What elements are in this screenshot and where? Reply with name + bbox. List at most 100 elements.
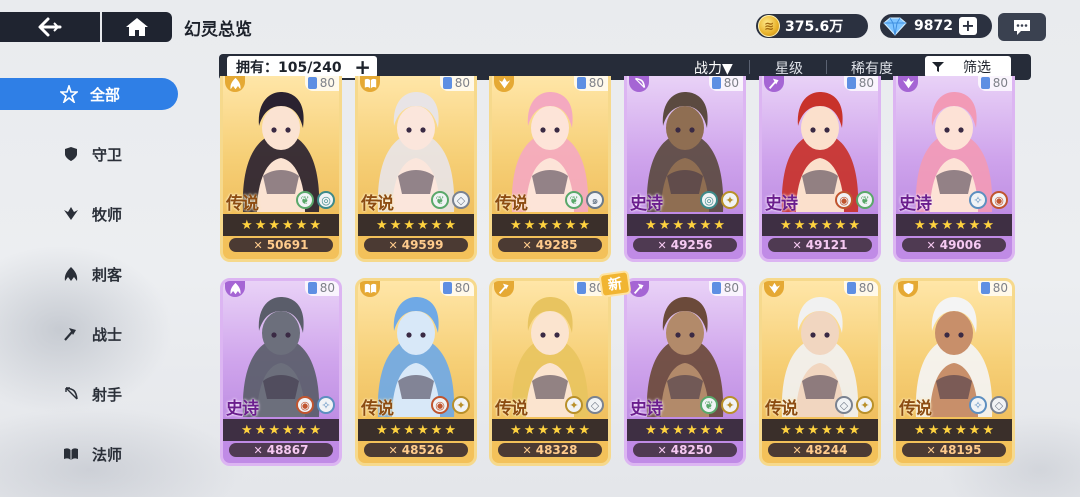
power-value: ✕ 49285 (498, 238, 602, 252)
power-number: 49285 (535, 238, 578, 252)
star-icon: ★ (282, 422, 294, 438)
chat-button[interactable] (998, 13, 1046, 41)
hero-card[interactable]: 80 传说 ❦ ◎ ★ ★ ★ ★ ★ ★ ✕ 50691 (220, 76, 342, 262)
element-icons: ◉ ✧ (293, 396, 335, 414)
leaf-element-icon: ❦ (700, 396, 718, 414)
power-value: ✕ 48195 (902, 443, 1006, 457)
hero-card[interactable]: 80 传说 ✧ ◇ ★ ★ ★ ★ ★ ★ ✕ 48195 (893, 278, 1015, 466)
void-element-icon: ◇ (586, 396, 604, 414)
star-icon: ★ (955, 217, 967, 233)
hero-card[interactable]: 80 传说 ❦ ◇ ★ ★ ★ ★ ★ ★ ✕ 49599 (355, 76, 477, 262)
star-icon: ★ (927, 422, 940, 438)
leaf-element-icon: ❦ (856, 191, 874, 209)
hero-card[interactable]: 80 传说 ◉ ✦ ★ ★ ★ ★ ★ ★ ✕ 48526 (355, 278, 477, 466)
hero-card[interactable]: 80 传说 ✦ ◇ ★ ★ ★ ★ ★ ★ ✕ 48328 (489, 278, 611, 466)
filter-button[interactable]: 筛选 (925, 56, 1011, 78)
power-number: 50691 (266, 238, 309, 252)
power-value: ✕ 48244 (768, 443, 872, 457)
owned-count[interactable]: 拥有：105/240 + (227, 56, 377, 78)
star-icon: ★ (376, 422, 388, 438)
crossed-swords-icon: ✕ (522, 238, 532, 252)
add-gems-button[interactable]: + (958, 17, 977, 35)
gold-counter[interactable]: ≋ 375.6万 (756, 14, 868, 38)
level-tag: 80 (708, 281, 743, 296)
level-icon (846, 281, 856, 294)
wing-element-icon: ✦ (856, 396, 874, 414)
power-value: ✕ 48526 (364, 443, 468, 457)
sidebar-item-mage[interactable]: 法师 (0, 438, 178, 470)
hero-card[interactable]: 80 史诗 ◉ ❦ ★ ★ ★ ★ ★ ★ ✕ 49121 (759, 76, 881, 262)
sidebar-item-all[interactable]: 全部 (0, 78, 178, 110)
rarity-label: 史诗 (630, 399, 663, 419)
star-icon: ★ (982, 422, 994, 438)
top-nav (0, 12, 172, 42)
star-icon: ★ (834, 217, 847, 233)
level-icon (307, 76, 317, 89)
element-icons: ❦ ◎ (293, 191, 335, 209)
star-icon: ★ (848, 217, 860, 233)
sidebar-item-priest[interactable]: 牧师 (0, 198, 178, 230)
sidebar-item-archer[interactable]: 射手 (0, 378, 178, 410)
hero-card[interactable]: 80 史诗 ❦ ✦ ★ ★ ★ ★ ★ ★ ✕ 48250 (624, 278, 746, 466)
level-tag: 80 (843, 281, 878, 296)
power-value: ✕ 48867 (229, 443, 333, 457)
void-element-icon: ◇ (835, 396, 853, 414)
gold-amount: 375.6万 (785, 19, 844, 35)
hero-card[interactable]: 80 传说 ◇ ✦ ★ ★ ★ ★ ★ ★ ✕ 48244 (759, 278, 881, 466)
level-value: 80 (454, 76, 470, 90)
star-rating: ★ ★ ★ ★ ★ ★ (223, 419, 339, 441)
star-icon: ★ (417, 422, 429, 438)
star-rating: ★ ★ ★ ★ ★ ★ (223, 214, 339, 236)
sidebar-item-assassin[interactable]: 刺客 (0, 258, 178, 290)
star-rating: ★ ★ ★ ★ ★ ★ (762, 419, 878, 441)
star-icon: ★ (376, 217, 388, 233)
star-rating: ★ ★ ★ ★ ★ ★ (358, 214, 474, 236)
back-button[interactable] (0, 12, 100, 42)
hero-card[interactable]: 80 传说 ❦ ๑ ★ ★ ★ ★ ★ ★ ✕ 49285 (489, 76, 611, 262)
crossed-swords-icon: ✕ (792, 443, 802, 457)
hero-card[interactable]: 80 史诗 ✧ ◉ ★ ★ ★ ★ ★ ★ ✕ 49006 (893, 76, 1015, 262)
star-icon: ★ (254, 217, 267, 233)
sidebar-item-warrior[interactable]: 战士 (0, 318, 178, 350)
star-icon: ★ (927, 217, 940, 233)
star-icon: ★ (403, 422, 415, 438)
home-button[interactable] (100, 12, 172, 42)
fire-element-icon: ◉ (296, 396, 314, 414)
star-icon: ★ (578, 217, 590, 233)
level-value: 80 (992, 76, 1008, 90)
star-rating: ★ ★ ★ ★ ★ ★ (492, 419, 608, 441)
bow-icon (62, 385, 80, 403)
sidebar-item-guard[interactable]: 守卫 (0, 138, 178, 170)
light-element-icon: ✧ (969, 396, 987, 414)
water-element-icon: ◎ (700, 191, 718, 209)
star-icon: ★ (914, 217, 926, 233)
gold-coin-icon: ≋ (758, 15, 780, 37)
element-icons: ◉ ❦ (832, 191, 874, 209)
sort-rarity[interactable]: 稀有度 (851, 58, 893, 78)
crossed-swords-icon: ✕ (388, 443, 398, 457)
star-icon: ★ (821, 217, 833, 233)
star-icon: ★ (523, 422, 536, 438)
star-rating: ★ ★ ★ ★ ★ ★ (896, 214, 1012, 236)
power-value: ✕ 48250 (633, 443, 737, 457)
chat-bubble-icon (1014, 20, 1030, 35)
level-value: 80 (454, 280, 470, 295)
star-icon: ★ (551, 422, 563, 438)
star-icon: ★ (282, 217, 294, 233)
expand-slots-icon[interactable]: + (354, 57, 371, 77)
star-icon: ★ (713, 422, 725, 438)
sort-power[interactable]: 战力▼ (694, 58, 733, 78)
hero-card[interactable]: 80 史诗 ◉ ✧ ★ ★ ★ ★ ★ ★ ✕ 48867 (220, 278, 342, 466)
leaf-element-icon: ❦ (431, 191, 449, 209)
level-tag: 80 (573, 76, 608, 91)
star-icon: ★ (389, 422, 402, 438)
level-value: 80 (319, 76, 335, 90)
light-element-icon: ✧ (969, 191, 987, 209)
crossed-swords-icon: ✕ (522, 443, 532, 457)
element-icons: ✦ ◇ (562, 396, 604, 414)
hero-card[interactable]: 80 史诗 ◎ ✦ ★ ★ ★ ★ ★ ★ ✕ 49256 (624, 76, 746, 262)
crossed-swords-icon: ✕ (253, 238, 263, 252)
divider (749, 60, 750, 74)
crossed-swords-icon: ✕ (926, 238, 936, 252)
sort-stars[interactable]: 星级 (775, 58, 803, 78)
